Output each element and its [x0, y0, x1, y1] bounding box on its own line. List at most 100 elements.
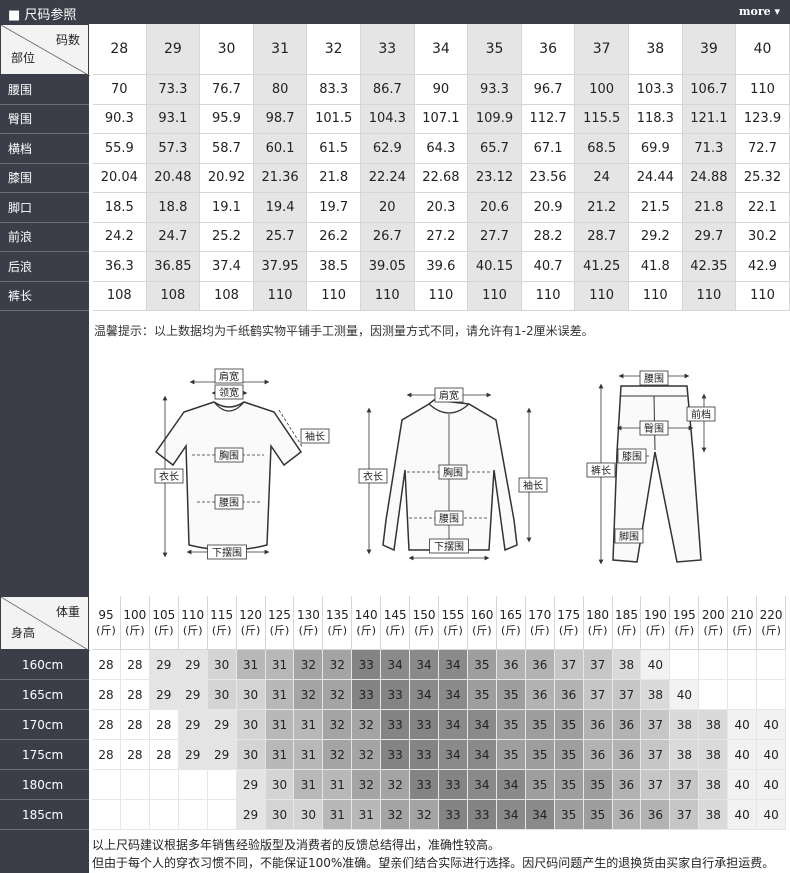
weight-header-cell: 175 (斤): [554, 596, 584, 650]
size-cell: 27.2: [414, 222, 469, 252]
size-recommendation-cell: 35: [467, 680, 497, 710]
size-recommendation-cell: 37: [612, 680, 642, 710]
diagram-label-shirt: 下摆围: [434, 540, 464, 553]
weight-header-cell: 150 (斤): [410, 596, 440, 650]
size-cell: 41.25: [575, 252, 629, 282]
weight-header-cell: 95 (斤): [92, 596, 121, 650]
size-row-label: 横档: [0, 134, 89, 164]
size-recommendation-cell: 33: [352, 680, 382, 710]
size-cell: 28.7: [575, 222, 629, 252]
size-cell: 42.35: [682, 252, 737, 282]
size-recommendation-cell: 32: [381, 770, 411, 800]
weight-unit: (斤): [96, 623, 116, 637]
height-row-label: 170cm: [0, 710, 89, 740]
size-recommendation-cell: [757, 650, 787, 680]
size-cell: 24: [575, 163, 629, 193]
size-header-cell: 31: [253, 24, 308, 75]
weight-value: 180: [586, 607, 610, 622]
size-recommendation-cell: 32: [323, 710, 353, 740]
size-recommendation-cell: 29: [236, 770, 266, 800]
weight-unit: (斤): [125, 623, 145, 637]
weight-table-corner: 体重 身高: [0, 596, 90, 651]
size-recommendation-cell: 34: [381, 650, 411, 680]
size-cell: 104.3: [361, 104, 415, 134]
size-recommendation-cell: 34: [467, 710, 497, 740]
weight-unit: (斤): [182, 623, 203, 637]
size-recommendation-cell: 37: [583, 680, 613, 710]
weight-header-cell: 155 (斤): [439, 596, 468, 650]
size-recommendation-cell: 36: [496, 650, 526, 680]
size-recommendation-cell: 35: [525, 770, 555, 800]
height-row-label: 165cm: [0, 680, 89, 710]
size-cell: 64.3: [414, 134, 469, 164]
size-recommendation-cell: 35: [496, 680, 526, 710]
more-text: more: [738, 5, 771, 18]
weight-value: 220: [759, 607, 783, 622]
diagram-label-pants: 前档: [691, 408, 711, 421]
size-header-cell: 29: [146, 24, 201, 75]
size-cell: 21.36: [253, 163, 308, 193]
size-recommendation-cell: 37: [670, 800, 700, 830]
weight-header-cell: 120 (斤): [236, 596, 266, 650]
size-cell: 76.7: [200, 75, 254, 105]
size-header-cell: 37: [575, 24, 629, 75]
weight-header-cell: 220 (斤): [757, 596, 787, 650]
weight-header-cell: 115 (斤): [207, 596, 237, 650]
more-link[interactable]: more ▾: [739, 5, 780, 18]
weight-header-cell: 180 (斤): [583, 596, 613, 650]
diagram-label-tshirt: 下摆围: [212, 546, 242, 559]
tshirt-diagram: [154, 379, 304, 558]
weight-header-cell: 210 (斤): [728, 596, 758, 650]
size-cell: 109.9: [468, 104, 522, 134]
size-recommendation-cell: 34: [439, 710, 468, 740]
size-recommendation-cell: 32: [381, 800, 411, 830]
weight-value: 110: [181, 607, 205, 622]
size-recommendation-cell: 40: [641, 650, 671, 680]
size-cell: 21.5: [629, 193, 683, 223]
size-cell: 110: [307, 281, 361, 311]
size-recommendation-cell: 30: [207, 650, 237, 680]
size-cell: 40.7: [521, 252, 576, 282]
diagram-label-tshirt: 胸围: [219, 449, 239, 462]
size-recommendation-cell: 31: [265, 680, 295, 710]
size-recommendation-cell: 35: [496, 740, 526, 770]
size-cell: 103.3: [629, 75, 683, 105]
size-cell: 37.95: [253, 252, 308, 282]
size-cell: 26.7: [361, 222, 415, 252]
diagram-label-shirt: 衣长: [363, 470, 383, 483]
weight-value: 100: [123, 607, 147, 622]
size-recommendation-cell: 29: [149, 680, 179, 710]
size-recommendation-cell: 28: [120, 680, 150, 710]
size-cell: 80: [253, 75, 308, 105]
size-cell: 107.1: [414, 104, 469, 134]
weight-unit: (斤): [240, 623, 261, 637]
size-row-label: 臀围: [0, 105, 89, 134]
size-cell: 61.5: [307, 134, 361, 164]
size-cell: 21.8: [307, 163, 361, 193]
weight-header-cell: 170 (斤): [525, 596, 555, 650]
size-cell: 110: [253, 281, 308, 311]
size-recommendation-cell: 33: [381, 680, 411, 710]
weight-header-cell: 165 (斤): [496, 596, 526, 650]
size-cell: 93.3: [468, 75, 522, 105]
size-cell: 22.24: [361, 163, 415, 193]
size-recommendation-cell: 38: [641, 680, 671, 710]
size-cell: 90.3: [93, 104, 147, 134]
size-recommendation-cell: 29: [207, 740, 237, 770]
weight-unit: (斤): [298, 623, 319, 637]
size-cell: 86.7: [361, 75, 415, 105]
size-table-corner: 码数 部位: [0, 24, 90, 76]
size-cell: 20.04: [93, 163, 147, 193]
weight-value: 130: [296, 607, 320, 622]
size-cell: 98.7: [253, 104, 308, 134]
size-recommendation-cell: 35: [554, 770, 584, 800]
size-recommendation-cell: 31: [352, 800, 382, 830]
size-cell: 25.7: [253, 222, 308, 252]
size-recommendation-cell: 33: [439, 770, 468, 800]
weight-value: 105: [152, 607, 176, 622]
size-recommendation-cell: 38: [670, 740, 700, 770]
size-cell: 121.1: [682, 104, 737, 134]
weight-unit: (斤): [703, 623, 724, 637]
weight-header-cell: 135 (斤): [323, 596, 353, 650]
size-recommendation-cell: 40: [728, 710, 758, 740]
